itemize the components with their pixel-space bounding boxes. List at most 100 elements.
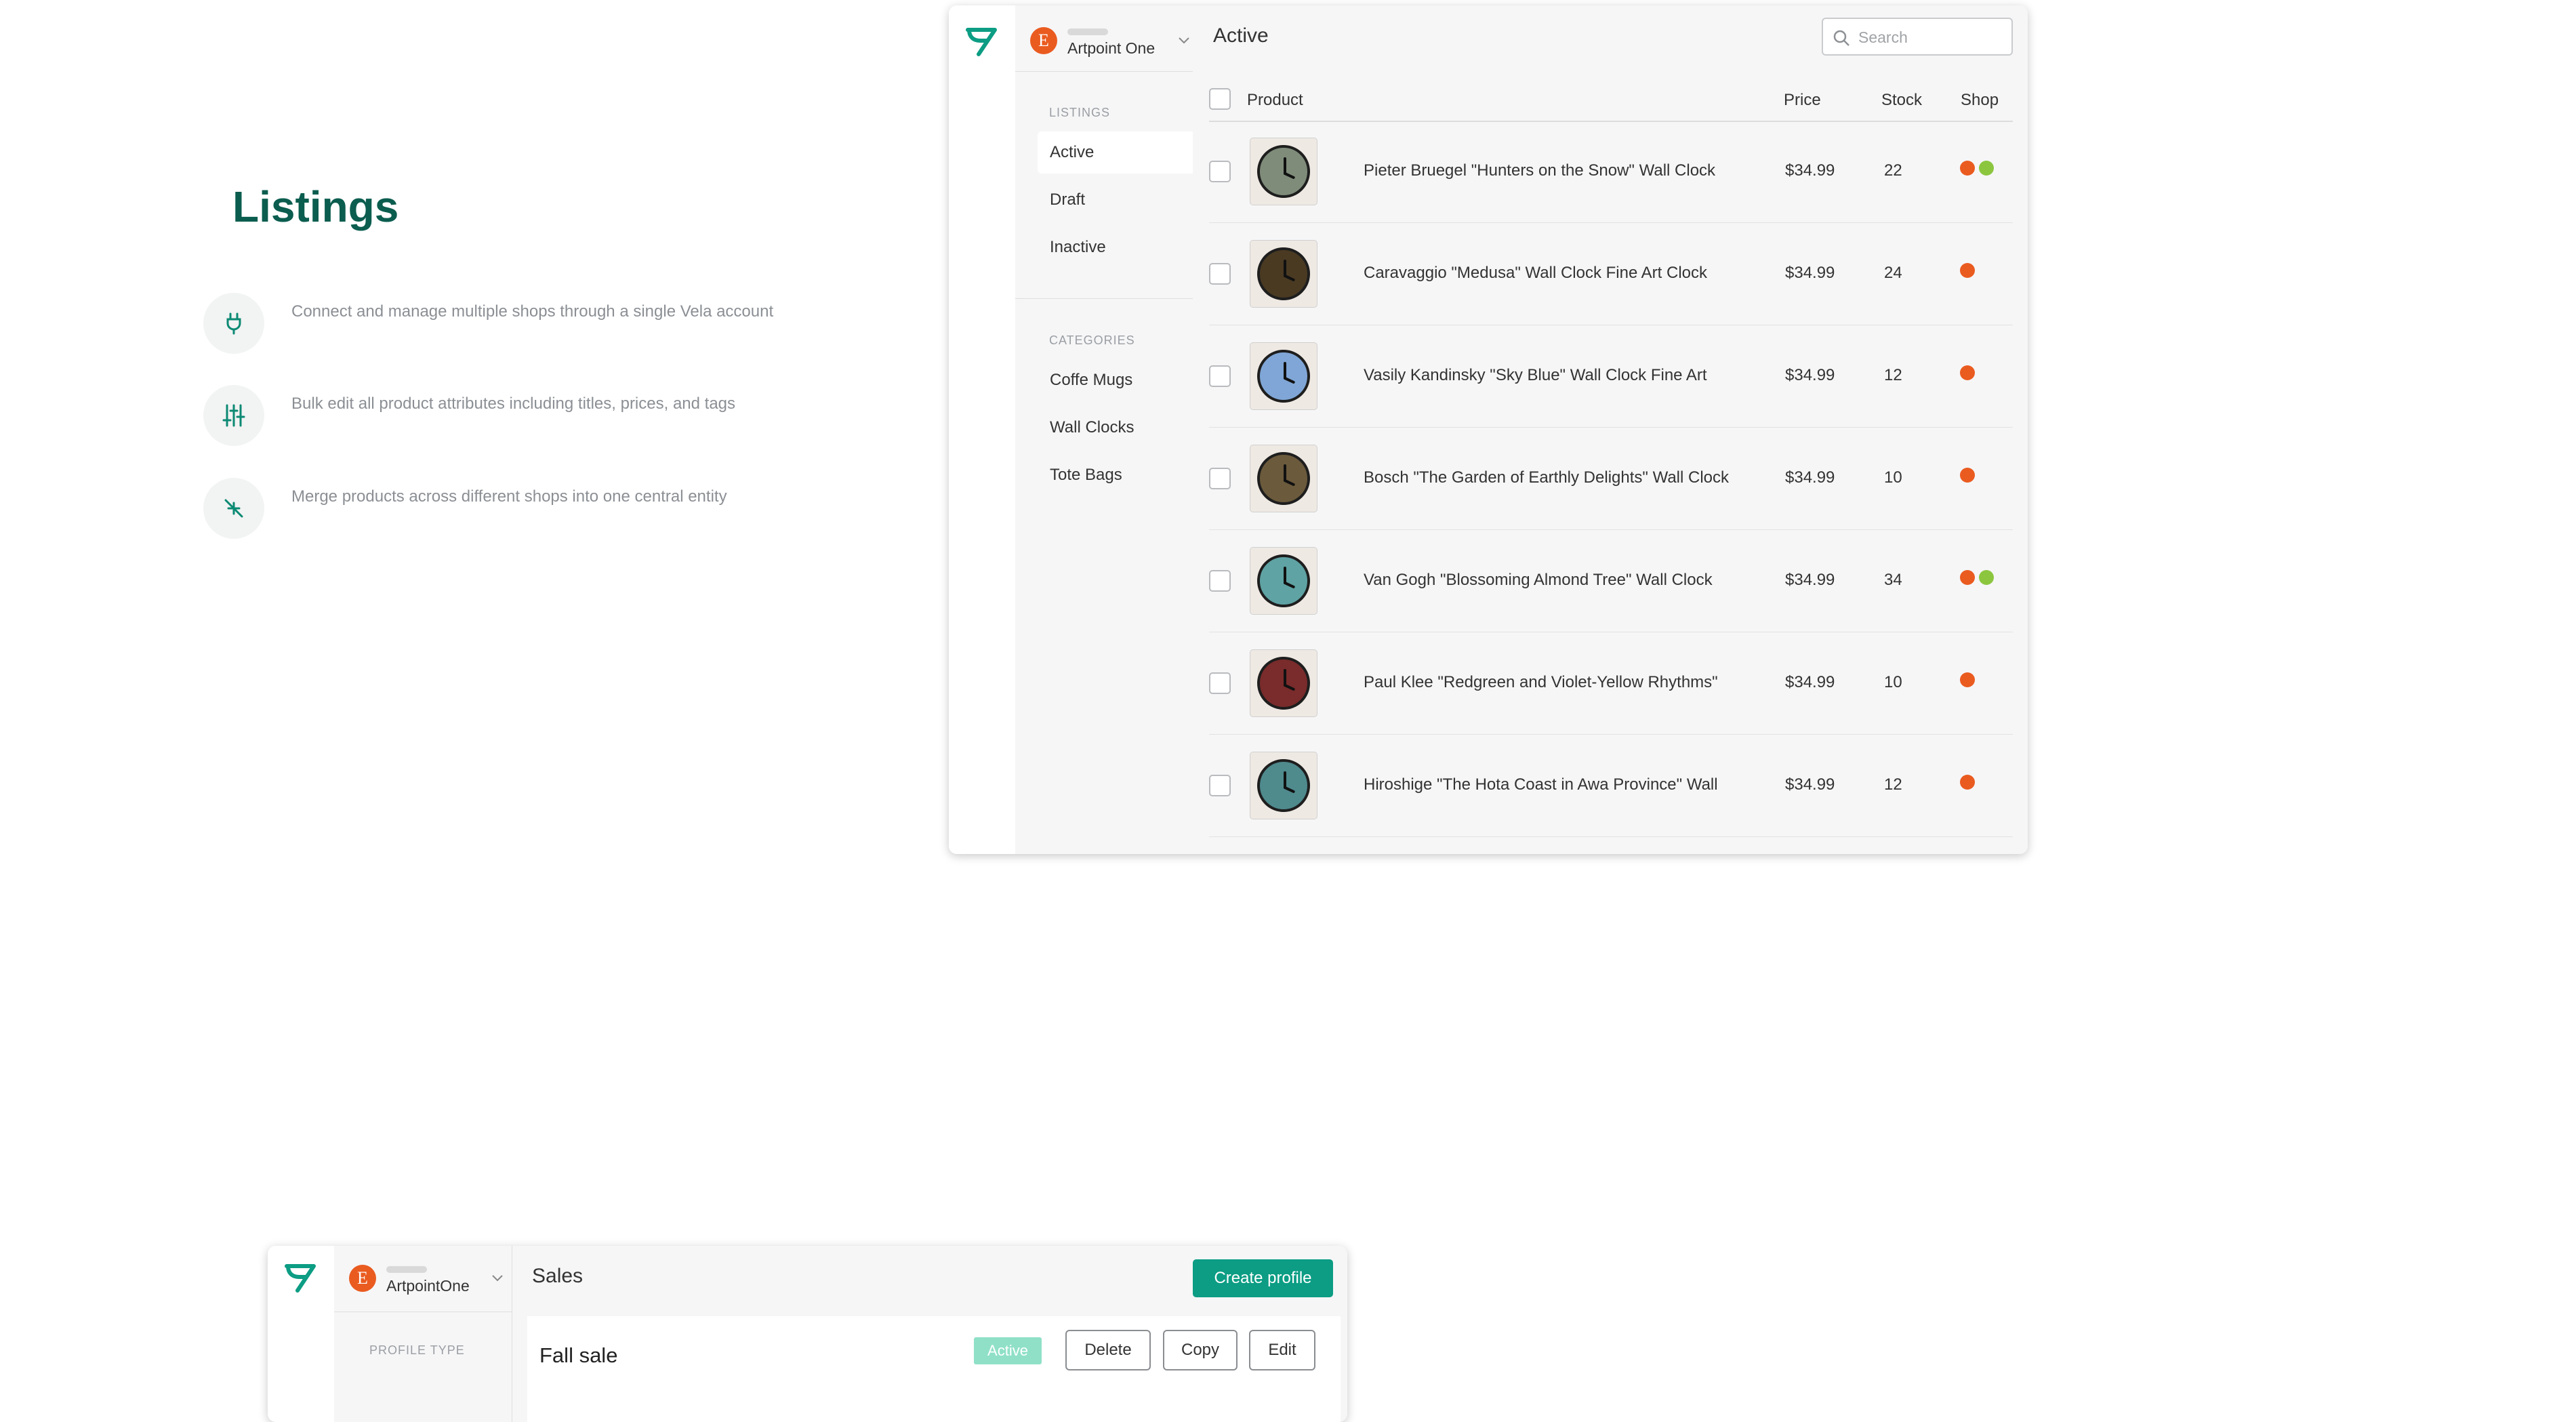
column-header-shop[interactable]: Shop bbox=[1961, 91, 1999, 110]
chevron-down-icon bbox=[492, 1275, 503, 1282]
table-row[interactable]: Paul Klee "Redgreen and Violet-Yellow Rh… bbox=[1209, 632, 2013, 735]
product-thumbnail[interactable] bbox=[1250, 649, 1317, 717]
product-thumbnail[interactable] bbox=[1250, 138, 1317, 205]
product-title[interactable]: Bosch "The Garden of Earthly Delights" W… bbox=[1364, 468, 1729, 487]
divider bbox=[1015, 298, 1193, 299]
row-checkbox[interactable] bbox=[1209, 775, 1231, 796]
page-heading: Active bbox=[1213, 24, 1269, 47]
feature-text: Merge products across different shops in… bbox=[291, 487, 727, 506]
wall-clock-image bbox=[1257, 145, 1310, 198]
product-stock: 10 bbox=[1884, 468, 1902, 487]
copy-button[interactable]: Copy bbox=[1163, 1330, 1238, 1370]
table-row[interactable]: Caravaggio "Medusa" Wall Clock Fine Art … bbox=[1209, 223, 2013, 325]
product-thumbnail[interactable] bbox=[1250, 445, 1317, 512]
row-checkbox[interactable] bbox=[1209, 365, 1231, 387]
edit-button[interactable]: Edit bbox=[1249, 1330, 1315, 1370]
app-rail bbox=[268, 1246, 335, 1422]
table-header: Product Price Stock Shop bbox=[1209, 79, 2013, 122]
delete-button[interactable]: Delete bbox=[1065, 1330, 1151, 1370]
sidebar-item-draft[interactable]: Draft bbox=[1038, 179, 1193, 221]
row-checkbox[interactable] bbox=[1209, 672, 1231, 694]
column-header-price[interactable]: Price bbox=[1784, 91, 1821, 110]
product-stock: 22 bbox=[1884, 161, 1902, 180]
page-heading: Sales bbox=[532, 1265, 584, 1287]
section-heading-profile-type: PROFILE TYPE bbox=[369, 1343, 465, 1357]
sidebar-item-coffe-mugs[interactable]: Coffe Mugs bbox=[1038, 359, 1193, 401]
product-price: $34.99 bbox=[1785, 264, 1835, 282]
feature-text: Connect and manage multiple shops throug… bbox=[291, 302, 774, 321]
product-thumbnail[interactable] bbox=[1250, 752, 1317, 819]
page-title: Listings bbox=[232, 182, 399, 231]
etsy-shop-icon bbox=[1960, 161, 1975, 176]
sales-window: E ArtpointOne PROFILE TYPE Sales Create … bbox=[268, 1246, 1347, 1422]
search-icon bbox=[1833, 30, 1849, 46]
section-heading-categories: CATEGORIES bbox=[1049, 333, 1135, 347]
table-row[interactable]: Bosch "The Garden of Earthly Delights" W… bbox=[1209, 428, 2013, 530]
shop-selector[interactable]: E ArtpointOne bbox=[349, 1258, 508, 1305]
product-price: $34.99 bbox=[1785, 571, 1835, 589]
product-stock: 34 bbox=[1884, 571, 1902, 589]
create-profile-button[interactable]: Create profile bbox=[1193, 1259, 1333, 1297]
wall-clock-image bbox=[1257, 657, 1310, 710]
product-price: $34.99 bbox=[1785, 468, 1835, 487]
shop-label-placeholder bbox=[1067, 28, 1108, 35]
search-input[interactable] bbox=[1857, 26, 2005, 49]
product-stock: 24 bbox=[1884, 264, 1902, 282]
row-checkbox[interactable] bbox=[1209, 263, 1231, 285]
wall-clock-image bbox=[1257, 759, 1310, 812]
row-checkbox[interactable] bbox=[1209, 468, 1231, 489]
feature-item: Connect and manage multiple shops throug… bbox=[203, 293, 786, 354]
column-header-product[interactable]: Product bbox=[1247, 91, 1303, 110]
column-header-stock[interactable]: Stock bbox=[1881, 91, 1922, 110]
feature-item: Bulk edit all product attributes includi… bbox=[203, 385, 786, 446]
product-title[interactable]: Caravaggio "Medusa" Wall Clock Fine Art … bbox=[1364, 264, 1707, 283]
profile-name: Fall sale bbox=[539, 1343, 618, 1367]
shop-name: ArtpointOne bbox=[386, 1277, 470, 1295]
product-title[interactable]: Pieter Bruegel "Hunters on the Snow" Wal… bbox=[1364, 161, 1715, 180]
product-title[interactable]: Hiroshige "The Hota Coast in Awa Provinc… bbox=[1364, 775, 1718, 794]
profile-card: Fall sale Active Delete Copy Edit bbox=[527, 1316, 1341, 1422]
sliders-icon bbox=[203, 385, 264, 446]
product-stock: 12 bbox=[1884, 775, 1902, 794]
merge-arrows-icon bbox=[203, 478, 264, 539]
vela-logo-icon[interactable] bbox=[964, 24, 1002, 62]
sidebar-item-wall-clocks[interactable]: Wall Clocks bbox=[1038, 407, 1193, 449]
row-checkbox[interactable] bbox=[1209, 570, 1231, 592]
product-thumbnail[interactable] bbox=[1250, 342, 1317, 410]
status-badge: Active bbox=[974, 1337, 1042, 1364]
table-row[interactable]: Pieter Bruegel "Hunters on the Snow" Wal… bbox=[1209, 121, 2013, 223]
etsy-shop-icon bbox=[1960, 365, 1975, 380]
etsy-shop-icon bbox=[1960, 672, 1975, 687]
vela-logo-icon[interactable] bbox=[283, 1261, 321, 1298]
plug-icon bbox=[203, 293, 264, 354]
shop-selector[interactable]: E Artpoint One bbox=[1030, 20, 1189, 68]
etsy-badge-icon: E bbox=[349, 1265, 376, 1292]
row-checkbox[interactable] bbox=[1209, 161, 1231, 182]
search-box[interactable] bbox=[1822, 18, 2013, 56]
etsy-shop-icon bbox=[1960, 468, 1975, 483]
product-price: $34.99 bbox=[1785, 366, 1835, 384]
table-row[interactable]: Van Gogh "Blossoming Almond Tree" Wall C… bbox=[1209, 530, 2013, 632]
wall-clock-image bbox=[1257, 452, 1310, 505]
product-price: $34.99 bbox=[1785, 161, 1835, 180]
table-row[interactable]: Hiroshige "The Hota Coast in Awa Provinc… bbox=[1209, 735, 2013, 837]
sidebar-item-active[interactable]: Active bbox=[1038, 131, 1193, 174]
sidebar: E Artpoint One LISTINGS Active Draft Ina… bbox=[1015, 5, 1193, 854]
etsy-badge-icon: E bbox=[1030, 27, 1057, 54]
product-title[interactable]: Van Gogh "Blossoming Almond Tree" Wall C… bbox=[1364, 571, 1713, 590]
chevron-down-icon bbox=[1179, 37, 1189, 44]
wall-clock-image bbox=[1257, 350, 1310, 403]
product-thumbnail[interactable] bbox=[1250, 240, 1317, 308]
product-stock: 10 bbox=[1884, 673, 1902, 691]
product-title[interactable]: Paul Klee "Redgreen and Violet-Yellow Rh… bbox=[1364, 673, 1718, 692]
sidebar: E ArtpointOne PROFILE TYPE bbox=[334, 1246, 512, 1422]
product-thumbnail[interactable] bbox=[1250, 547, 1317, 615]
select-all-checkbox[interactable] bbox=[1209, 88, 1231, 110]
sidebar-item-tote-bags[interactable]: Tote Bags bbox=[1038, 454, 1193, 496]
wall-clock-image bbox=[1257, 554, 1310, 607]
feature-text: Bulk edit all product attributes includi… bbox=[291, 394, 736, 413]
product-title[interactable]: Vasily Kandinsky "Sky Blue" Wall Clock F… bbox=[1364, 366, 1707, 385]
section-heading-listings: LISTINGS bbox=[1049, 106, 1111, 119]
sidebar-item-inactive[interactable]: Inactive bbox=[1038, 226, 1193, 268]
table-row[interactable]: Vasily Kandinsky "Sky Blue" Wall Clock F… bbox=[1209, 325, 2013, 428]
